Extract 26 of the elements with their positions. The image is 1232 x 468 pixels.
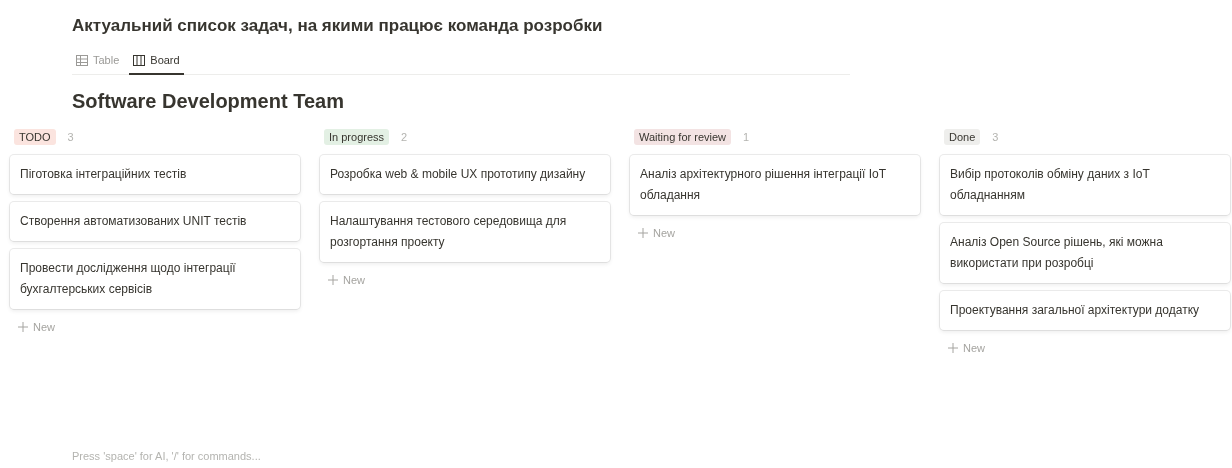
card-count: 2	[401, 131, 408, 143]
task-card[interactable]: Створення автоматизованих UNIT тестiв	[10, 202, 300, 241]
view-tab[interactable]: Board	[129, 50, 184, 75]
task-card[interactable]: Пiготовка iнтеграцiйних тестiв	[10, 155, 300, 194]
status-tag: Done	[944, 129, 981, 145]
task-card[interactable]: Провести дослiдження щодо iнтеграцiї бухгалтерських сервiсiв	[10, 249, 300, 309]
status-tag: TODO	[14, 129, 56, 145]
card-count: 1	[743, 131, 750, 143]
status-tag: Waiting for review	[634, 129, 731, 145]
plus-icon	[18, 322, 28, 332]
task-card[interactable]: Розробка web & mobile UX прототипу дизайну	[320, 155, 610, 194]
card-count: 3	[67, 131, 74, 143]
status-tag: In progress	[324, 129, 390, 145]
task-card[interactable]: Проектування загальної архiтектури додатку	[940, 291, 1230, 330]
task-card[interactable]: Налаштування тестового середовища для розгортання проекту	[320, 202, 610, 262]
task-card[interactable]: Аналiз архiтектурного рiшення iнтеграцiї IoT обладання	[630, 155, 920, 215]
board-icon	[133, 54, 146, 66]
board-title: Software Development Team	[72, 89, 345, 114]
table-icon	[76, 54, 88, 66]
plus-icon	[948, 343, 958, 353]
plus-icon	[328, 275, 338, 285]
task-card[interactable]: Вибiр протоколiв обмiну даних з IoT обладнанням	[940, 155, 1230, 215]
card-count: 3	[992, 131, 999, 143]
task-card[interactable]: Аналiз Open Source рiшень, якi можна використати при розробцi	[940, 223, 1230, 283]
page-title: Актуальний список задач, на якими працює команда розробки	[72, 15, 604, 37]
plus-icon	[638, 228, 648, 238]
